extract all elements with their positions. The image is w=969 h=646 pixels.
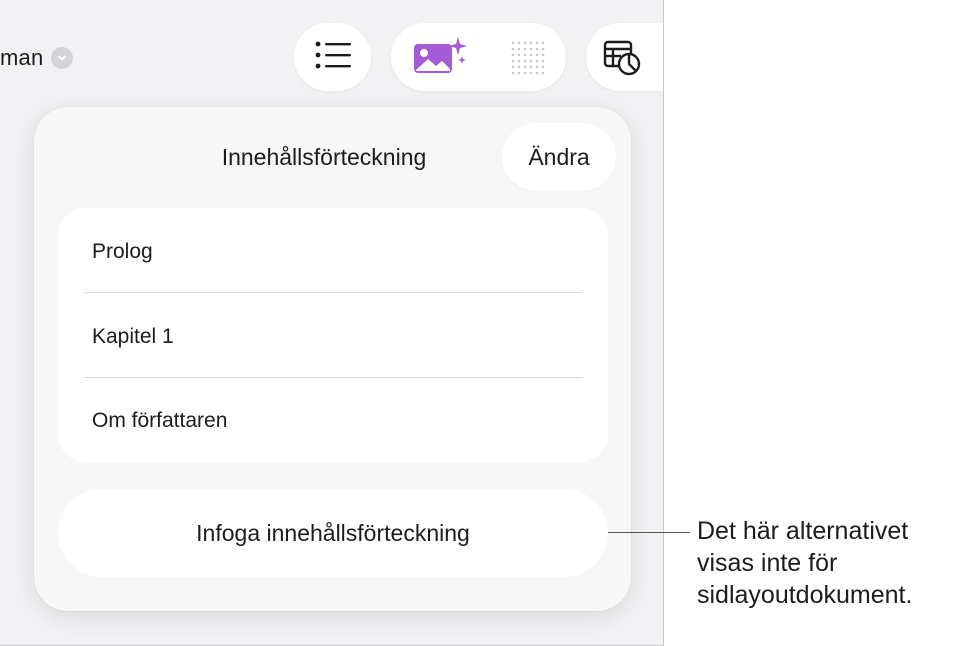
media-toolbar-group	[391, 23, 566, 91]
callout-line	[608, 532, 690, 533]
list-button[interactable]	[294, 23, 371, 91]
chevron-down-icon[interactable]	[51, 47, 74, 69]
toc-popover: Innehållsförteckning Ändra Prolog Kapite…	[34, 107, 631, 611]
document-title[interactable]: man	[0, 44, 74, 72]
dot-grid-icon[interactable]	[511, 41, 545, 80]
callout-line-3: sidlayoutdokument.	[697, 581, 913, 609]
callout-line-1: Det här alternativet	[697, 517, 909, 545]
callout-line-2: visas inte för	[697, 549, 838, 577]
image-sparkle-icon[interactable]	[412, 35, 468, 80]
insert-toc-button[interactable]: Infoga innehållsförteckning	[58, 489, 608, 577]
table-chart-button[interactable]	[586, 23, 663, 91]
callout-text: Det här alternativet visas inte för sidl…	[697, 515, 967, 611]
bulleted-list-icon	[314, 40, 352, 75]
document-title-text: man	[0, 45, 44, 70]
divider	[84, 292, 582, 293]
table-chart-icon	[603, 39, 641, 82]
list-item[interactable]: Om författaren	[92, 408, 227, 434]
app-screen: man Innehållsförteckning Ändra Prolog Ka…	[0, 0, 664, 646]
edit-button[interactable]: Ändra	[502, 123, 616, 191]
list-item[interactable]: Prolog	[92, 239, 153, 265]
list-item[interactable]: Kapitel 1	[92, 324, 174, 350]
popover-title: Innehållsförteckning	[221, 144, 427, 170]
divider	[84, 377, 582, 378]
toc-list: Prolog Kapitel 1 Om författaren	[58, 208, 608, 462]
